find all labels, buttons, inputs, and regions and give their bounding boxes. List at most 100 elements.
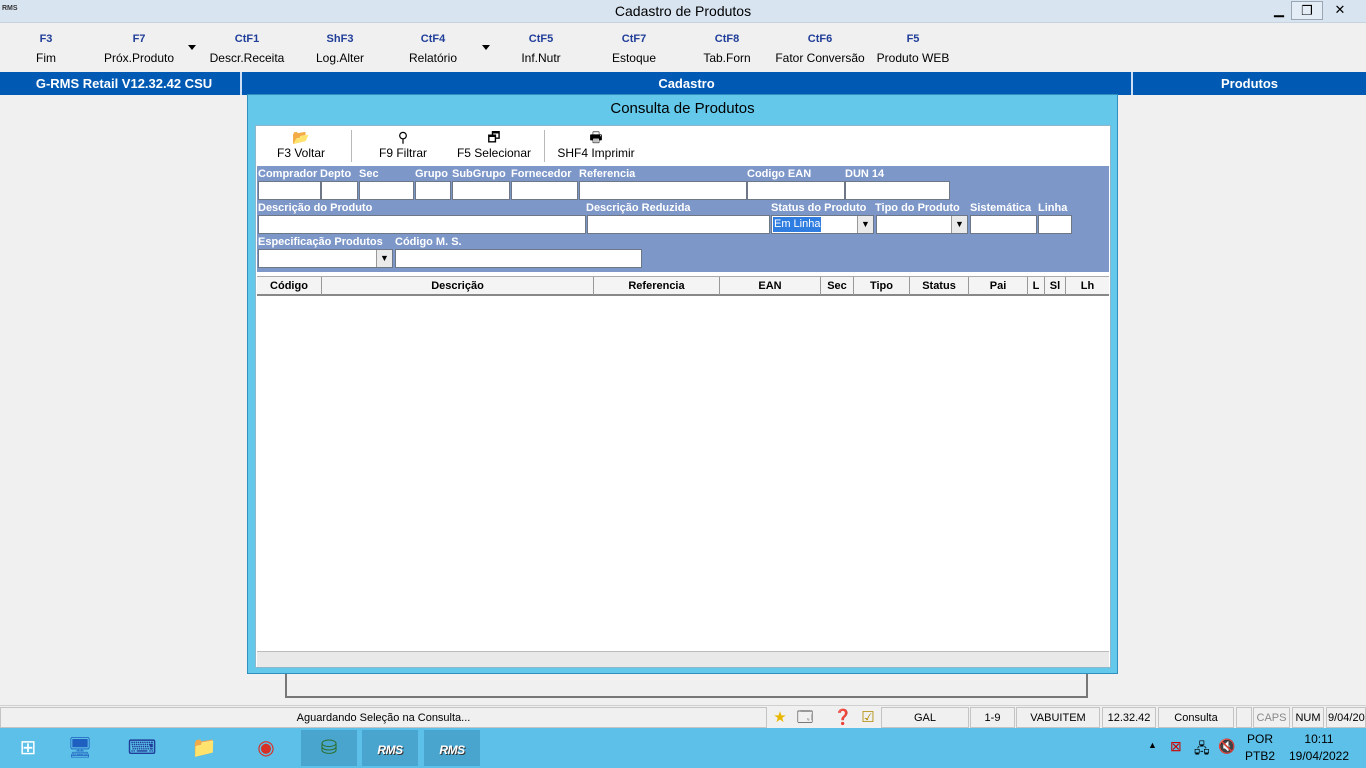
status-produto-label: Status do Produto [771,202,867,214]
voltar-label: F3 Voltar [276,146,326,160]
fkey-prox-produto-button[interactable]: F7 Próx.Produto [84,33,194,65]
window-title: Cadastro de Produtos [614,3,752,19]
column-header-lh[interactable]: Lh [1066,277,1109,295]
horizontal-scrollbar[interactable] [257,651,1109,667]
voltar-button[interactable]: 📂 F3 Voltar [266,129,336,165]
comprador-input[interactable] [258,181,321,200]
sec-input[interactable] [359,181,414,200]
language-indicator[interactable]: POR PTB2 [1240,732,1280,763]
grupo-label: Grupo [415,168,448,180]
tray-expand-icon[interactable]: ▲ [1148,740,1157,750]
sistematica-label: Sistemática [970,202,1032,214]
column-header-codigo[interactable]: Código [257,277,322,295]
codigo-ean-label: Codigo EAN [747,168,812,180]
sistematica-input[interactable] [970,215,1037,234]
status-produto-select[interactable]: Em Linha ▼ [771,215,874,234]
binoculars-icon: ⚲ [397,129,409,145]
module-title: Produtos [1220,76,1279,91]
close-button[interactable]: ✕ [1323,0,1357,20]
imprimir-label: SHF4 Imprimir [557,146,635,160]
fkey-code: CtF4 [420,33,446,45]
column-header-sl[interactable]: Sl [1045,277,1066,295]
linha-input[interactable] [1038,215,1072,234]
windows-start-icon[interactable]: ⊞ [0,730,56,766]
module-header-bar: G-RMS Retail V12.32.42 CSU Cadastro Prod… [0,72,1366,95]
referencia-input[interactable] [579,181,747,200]
status-bar: Aguardando Seleção na Consulta... ★ 🗔 ❓ … [0,705,1366,728]
column-header-pai[interactable]: Pai [969,277,1028,295]
clock-date: 19/04/2022 [1288,749,1350,763]
dialog-body: 📂 F3 Voltar ⚲ F9 Filtrar 🗗 F5 Selecionar… [255,125,1111,668]
taskbar: ⊞ 🖥 ⌨ 📁 ◉ ⛁ RMS RMS ▲ ⊠ 🖧 🔇 POR PTB2 10:… [0,728,1366,768]
codigo-ean-input[interactable] [747,181,845,200]
fornecedor-input[interactable] [511,181,578,200]
network-icon[interactable]: 🖧 [1194,738,1210,762]
results-table-header: Código Descrição Referencia EAN Sec Tipo… [257,276,1109,296]
folder-back-icon: 📂 [292,129,310,145]
descricao-reduzida-input[interactable] [587,215,770,234]
column-header-referencia[interactable]: Referencia [594,277,720,295]
rms-taskbar-button-2[interactable]: RMS [424,730,480,766]
rms-taskbar-button[interactable]: RMS [362,730,418,766]
selecionar-label: F5 Selecionar [456,146,532,160]
sec-label: Sec [359,168,379,180]
help-icon[interactable]: ❓ [831,707,855,728]
star-icon[interactable]: ★ [768,707,792,728]
powershell-icon[interactable]: ⌨ [114,730,170,766]
linha-label: Linha [1038,202,1068,214]
status-mode: Consulta [1158,707,1234,728]
column-header-sec[interactable]: Sec [821,277,854,295]
codigo-ms-label: Código M. S. [395,236,462,248]
title-bar: RMS Cadastro de Produtos ▁ ❐ ✕ [0,0,1366,23]
consulta-produtos-dialog: Consulta de Produtos 📂 F3 Voltar ⚲ F9 Fi… [247,94,1118,674]
maximize-button[interactable]: ❐ [1291,1,1323,20]
app-stack-icon[interactable]: ⛁ [301,730,357,766]
section-title: Cadastro [658,76,715,91]
selecionar-button[interactable]: 🗗 F5 Selecionar [454,129,534,165]
language-code: POR [1246,732,1273,746]
chrome-icon[interactable]: ◉ [238,730,294,766]
printer-icon: 🖶 [589,129,603,145]
status-num: NUM [1292,707,1324,728]
filtrar-button[interactable]: ⚲ F9 Filtrar [368,129,438,165]
fornecedor-label: Fornecedor [511,168,572,180]
server-manager-icon[interactable]: 🖥 [52,730,108,766]
rms-icon: RMS [439,743,465,757]
especificacao-select[interactable]: ▼ [258,249,393,268]
dun14-input[interactable] [845,181,950,200]
rms-icon: RMS [377,743,403,757]
network-error-icon[interactable]: ⊠ [1170,738,1182,755]
subgrupo-input[interactable] [452,181,510,200]
fkey-label: Relatório [408,51,458,65]
depto-input[interactable] [321,181,358,200]
column-header-status[interactable]: Status [910,277,969,295]
file-explorer-icon[interactable]: 📁 [176,730,232,766]
fkey-label: Próx.Produto [103,51,175,65]
checklist-icon[interactable]: ☑ [856,707,880,728]
status-range: 1-9 [970,707,1015,728]
fkey-produto-web-button[interactable]: F5 Produto WEB [858,33,968,65]
column-header-descricao[interactable]: Descrição [322,277,594,295]
descricao-produto-input[interactable] [258,215,586,234]
chevron-down-icon[interactable]: ▼ [376,250,392,267]
status-caps: CAPS [1253,707,1290,728]
column-header-tipo[interactable]: Tipo [854,277,910,295]
comprador-label: Comprador [258,168,318,180]
column-header-ean[interactable]: EAN [720,277,821,295]
column-header-l[interactable]: L [1028,277,1045,295]
volume-muted-icon[interactable]: 🔇 [1218,738,1235,755]
clock-time: 10:11 [1304,732,1334,746]
tipo-produto-select[interactable]: ▼ [876,215,968,234]
clock[interactable]: 10:11 19/04/2022 [1284,732,1354,763]
codigo-ms-input[interactable] [395,249,642,268]
fkey-code: F5 [906,33,920,45]
fkey-relatorio-button[interactable]: CtF4 Relatório [378,33,488,65]
grupo-input[interactable] [415,181,451,200]
chevron-down-icon[interactable]: ▼ [857,216,873,233]
window-gear-icon[interactable]: 🗔 [793,707,817,728]
depto-label: Depto [320,168,352,180]
chevron-down-icon[interactable]: ▼ [951,216,967,233]
imprimir-button[interactable]: 🖶 SHF4 Imprimir [554,129,638,165]
status-produto-value: Em Linha [773,217,822,232]
tipo-produto-label: Tipo do Produto [875,202,960,214]
